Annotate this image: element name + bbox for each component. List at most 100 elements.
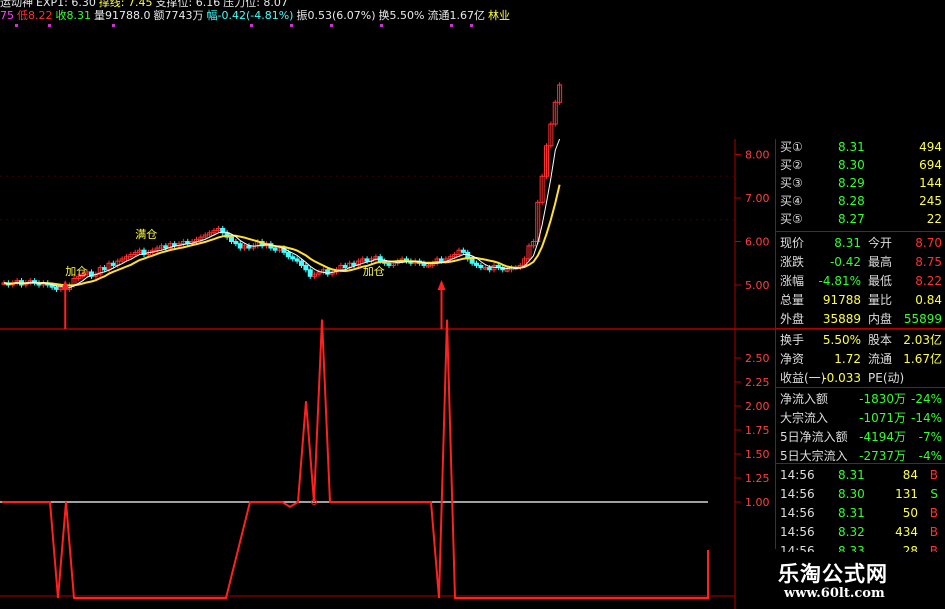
flow-value: -4194万: [859, 430, 906, 444]
stat-label: 今开: [868, 236, 893, 250]
stat-row: 涨跌 -0.42 最高 8.75: [780, 252, 945, 272]
stat-label: 最高: [868, 255, 893, 269]
candle-body: [233, 241, 239, 245]
quote-field-0: 75: [0, 9, 14, 22]
quote-summary-row: 75 低8.22 收8.31 量91788.0 额7743万 幅-0.42(-4.81%)…: [0, 8, 513, 23]
flow-value: -1830万: [859, 392, 906, 406]
price-axis-label: 7.00: [745, 192, 770, 205]
tick-price: 8.31: [838, 468, 865, 482]
tick-time: 14:56: [780, 468, 815, 482]
stat-value: 8.22: [915, 274, 942, 288]
order-price: 8.31: [838, 140, 865, 154]
signal-annotation: 满仓: [135, 227, 157, 241]
info-label: 换手: [780, 333, 805, 347]
buy-arrow-marker: [437, 280, 446, 290]
tick-time: 14:56: [780, 506, 815, 520]
marker-dot: [470, 24, 473, 27]
marker-dot: [112, 24, 115, 27]
info-label: 股本: [868, 333, 893, 347]
order-volume: 144: [919, 176, 942, 190]
marker-dot: [48, 24, 51, 27]
flow-row: 净流入额 -1830万 -24%: [780, 389, 945, 409]
order-row: 买① 8.31 494: [780, 137, 945, 157]
tick-volume: 50: [902, 506, 918, 520]
order-volume: 245: [919, 194, 942, 208]
quote-field-7: 换5.50%: [378, 9, 425, 22]
order-price: 8.28: [838, 194, 865, 208]
info-value: 5.50%: [822, 333, 861, 347]
candle-body: [478, 264, 484, 269]
signal-annotation: 加仓: [363, 264, 385, 278]
order-label: 买③: [780, 176, 803, 190]
quote-field-5: 幅-0.42(-4.81%): [206, 9, 294, 22]
panel-divider: [776, 328, 945, 329]
order-label: 买④: [780, 194, 803, 208]
candle-body: [342, 264, 348, 269]
info-label: PE(动): [868, 371, 905, 385]
stat-label: 总量: [780, 293, 805, 307]
marker-dot: [380, 24, 383, 27]
signal-axis-label: 1.25: [745, 472, 770, 485]
tick-side: S: [930, 487, 938, 501]
candle-body: [386, 262, 392, 266]
stat-label: 涨幅: [780, 274, 805, 288]
tick-side: B: [929, 468, 938, 482]
marker-dot: [15, 24, 18, 27]
quote-field-9: 林业: [487, 9, 510, 22]
signal-axis-label: 2.00: [745, 400, 770, 413]
stat-value: 91788: [822, 293, 861, 307]
panel-divider: [776, 387, 945, 388]
candle-body: [303, 264, 309, 271]
stat-label: 外盘: [780, 312, 805, 326]
signal-axis-label: 2.50: [745, 352, 770, 365]
tick-price: 8.30: [838, 487, 865, 501]
flow-label: 净流入额: [780, 392, 829, 406]
candle-body: [285, 251, 291, 258]
stat-row: 现价 8.31 今开 8.70: [780, 233, 945, 253]
quote-field-4: 额7743万: [153, 9, 204, 22]
quote-field-8: 流通1.67亿: [427, 9, 485, 22]
quote-panel: 买① 8.31 494 买② 8.30 694 买③ 8.29 144 买④ 8.28 245 买⑤ 8.…: [775, 137, 945, 558]
stat-row: 外盘 35889 内盘 55899: [780, 309, 945, 329]
stat-label: 最低: [868, 274, 893, 288]
stat-value: 8.75: [915, 255, 942, 269]
order-row: 买② 8.30 694: [780, 155, 945, 175]
candle-body: [102, 267, 108, 271]
candle-body: [487, 267, 493, 271]
flow-row: 大宗流入 -1071万 -14%: [780, 408, 945, 428]
marker-dots: [0, 24, 945, 30]
candle-body: [294, 258, 300, 262]
panel-divider: [776, 231, 945, 232]
tick-price: 8.32: [838, 525, 865, 539]
flow-label: 大宗流入: [780, 411, 829, 425]
order-price: 8.30: [838, 158, 865, 172]
flow-pct: -7%: [918, 430, 942, 444]
order-volume: 494: [919, 140, 942, 154]
info-value: 1.72: [834, 352, 861, 366]
quote-field-1: 低8.22: [17, 9, 53, 22]
order-row: 买③ 8.29 144: [780, 173, 945, 193]
info-row: 净资 1.72 流通 1.67亿: [780, 349, 945, 369]
tick-volume: 434: [895, 525, 918, 539]
order-price: 8.27: [838, 212, 865, 226]
stat-label: 现价: [780, 236, 805, 250]
tick-row: 14:56 8.31 50 B: [780, 503, 945, 523]
candle-body: [299, 260, 304, 266]
info-label: 收益(一): [780, 371, 826, 385]
signal-axis-label: 1.75: [745, 424, 770, 437]
order-row: 买④ 8.28 245: [780, 191, 945, 211]
tick-volume: 131: [895, 487, 918, 501]
info-row: 收益(一) -0.033 PE(动): [780, 368, 945, 388]
flow-pct: -24%: [910, 392, 942, 406]
stat-label: 内盘: [868, 312, 893, 326]
tick-time: 14:56: [780, 525, 815, 539]
signal-line: [2, 319, 709, 599]
marker-dot: [330, 24, 333, 27]
tick-price: 8.31: [838, 506, 865, 520]
tick-row: 14:56 8.31 84 B: [780, 465, 945, 485]
info-value: 1.67亿: [903, 352, 942, 366]
candle-body: [290, 256, 296, 260]
candle-body: [460, 249, 466, 253]
candle-body: [469, 258, 475, 264]
order-label: 买②: [780, 158, 803, 172]
